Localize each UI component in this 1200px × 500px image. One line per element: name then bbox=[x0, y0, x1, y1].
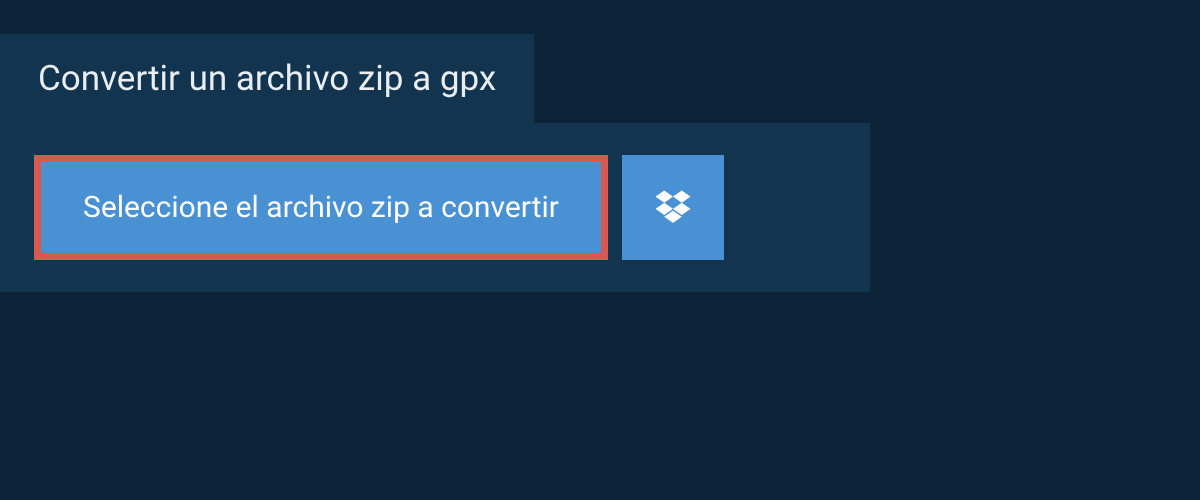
select-file-label: Seleccione el archivo zip a convertir bbox=[83, 190, 559, 225]
button-row: Seleccione el archivo zip a convertir bbox=[34, 155, 836, 260]
dropbox-button[interactable] bbox=[622, 155, 724, 260]
page-title: Convertir un archivo zip a gpx bbox=[0, 34, 534, 123]
converter-container: Convertir un archivo zip a gpx Seleccion… bbox=[0, 0, 1200, 292]
select-file-button[interactable]: Seleccione el archivo zip a convertir bbox=[34, 155, 608, 260]
dropbox-icon bbox=[652, 187, 694, 229]
upload-panel: Seleccione el archivo zip a convertir bbox=[0, 123, 870, 292]
